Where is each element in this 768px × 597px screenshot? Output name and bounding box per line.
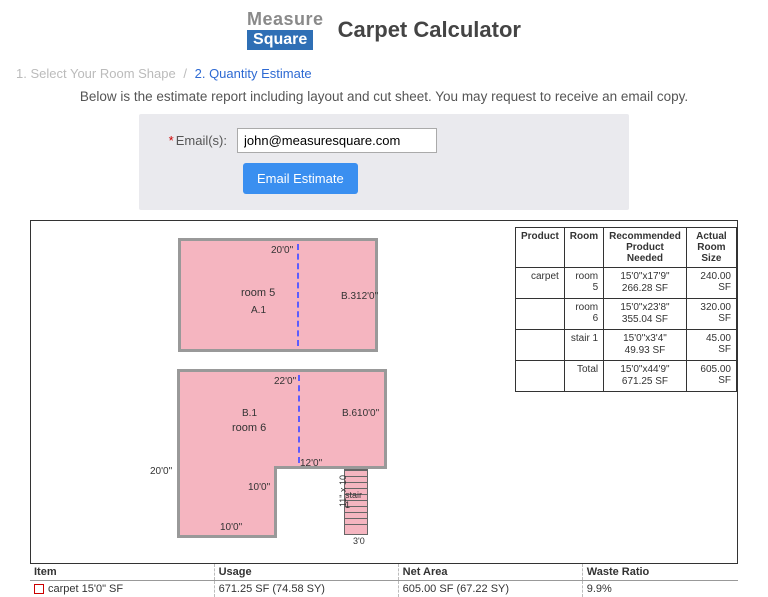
th-item: Item	[30, 564, 214, 581]
cell-room: Total	[564, 361, 603, 392]
th-product: Product	[516, 228, 565, 268]
logo-block: Measure Square Carpet Calculator	[247, 10, 521, 50]
th-net: Net Area	[398, 564, 582, 581]
email-input[interactable]	[237, 128, 437, 153]
room5-seam-dash	[297, 244, 299, 346]
room6-bottom-dim: 10'0"	[220, 522, 242, 533]
summary-waste: 9.9%	[582, 581, 738, 597]
cell-room: stair 1	[564, 330, 603, 361]
room5-top-dim: 20'0"	[271, 245, 293, 256]
table-row: Total15'0"x44'9"671.25 SF605.00 SF	[516, 361, 737, 392]
step-1-link[interactable]: 1. Select Your Room Shape	[16, 66, 176, 81]
breadcrumb: 1. Select Your Room Shape / 2. Quantity …	[16, 66, 752, 81]
stair-bottom-dim: 3'0	[353, 536, 365, 546]
cell-recommended: 15'0"x23'8"355.04 SF	[604, 299, 687, 330]
cell-product	[516, 330, 565, 361]
room-5: 20'0" room 5 A.1 B.312'0"	[178, 238, 378, 352]
summary-table: Item Usage Net Area Waste Ratio carpet 1…	[30, 564, 738, 597]
room5-a1-label: A.1	[251, 305, 266, 316]
th-room: Room	[564, 228, 603, 268]
room-6-bottom: 20'0" 10'0" 10'0"	[177, 466, 277, 538]
room-6-top: 22'0" B.1 room 6 B.610'0" 12'0"	[177, 369, 387, 469]
step-2-link[interactable]: 2. Quantity Estimate	[195, 66, 312, 81]
th-waste: Waste Ratio	[582, 564, 738, 581]
th-usage: Usage	[214, 564, 398, 581]
cell-size: 240.00 SF	[686, 268, 736, 299]
cell-size: 320.00 SF	[686, 299, 736, 330]
room6-top-dim: 22'0"	[274, 376, 296, 387]
header: Measure Square Carpet Calculator	[0, 0, 768, 56]
logo-bottom: Square	[247, 30, 313, 50]
cell-product	[516, 361, 565, 392]
step-separator: /	[183, 66, 187, 81]
cell-room: room 5	[564, 268, 603, 299]
room5-name: room 5	[241, 287, 275, 299]
layout-canvas: 20'0" room 5 A.1 B.312'0" 22'0" B.1 room…	[31, 221, 511, 547]
cell-size: 605.00 SF	[686, 361, 736, 392]
table-row: room 615'0"x23'8"355.04 SF320.00 SF	[516, 299, 737, 330]
cell-size: 45.00 SF	[686, 330, 736, 361]
room6-b1-label: B.1	[242, 408, 257, 419]
logo-top: Measure	[247, 10, 324, 28]
stair-name: stair 1	[345, 490, 367, 510]
cell-product: carpet	[516, 268, 565, 299]
summary-usage: 671.25 SF (74.58 SY)	[214, 581, 398, 597]
room6-b6-dim: B.610'0"	[342, 408, 379, 419]
summary-net: 605.00 SF (67.22 SY)	[398, 581, 582, 597]
legend-swatch-icon	[34, 584, 44, 594]
table-row: carpetroom 515'0"x17'9"266.28 SF240.00 S…	[516, 268, 737, 299]
room6-left-dim: 20'0"	[150, 466, 172, 477]
cell-recommended: 15'0"x17'9"266.28 SF	[604, 268, 687, 299]
summary-item: carpet 15'0" SF	[48, 583, 123, 595]
room5-right-dim: B.312'0"	[341, 291, 378, 302]
room6-inner-dim: 12'0"	[300, 458, 322, 469]
stair-1: stair 1 11" x 10 3'0	[344, 469, 368, 535]
cell-room: room 6	[564, 299, 603, 330]
intro-text: Below is the estimate report including l…	[0, 89, 768, 104]
th-recommended: Recommended Product Needed	[604, 228, 687, 268]
cell-recommended: 15'0"x3'4"49.93 SF	[604, 330, 687, 361]
email-panel: *Email(s): Email Estimate	[139, 114, 629, 210]
product-table: Product Room Recommended Product Needed …	[515, 227, 737, 392]
room6-inner10-dim: 10'0"	[248, 482, 270, 493]
room6-name: room 6	[232, 422, 266, 434]
cell-recommended: 15'0"x44'9"671.25 SF	[604, 361, 687, 392]
logo-mark: Measure Square	[247, 10, 324, 50]
page-title: Carpet Calculator	[338, 17, 521, 43]
estimate-report: 20'0" room 5 A.1 B.312'0" 22'0" B.1 room…	[30, 220, 738, 564]
room6-seam-dash	[298, 375, 300, 463]
th-size: Actual Room Size	[686, 228, 736, 268]
summary-row: carpet 15'0" SF 671.25 SF (74.58 SY) 605…	[30, 581, 738, 597]
stair-dim: 11" x 10	[338, 475, 348, 507]
email-label: *Email(s):	[157, 133, 227, 148]
email-estimate-button[interactable]: Email Estimate	[243, 163, 358, 194]
cell-product	[516, 299, 565, 330]
table-row: stair 115'0"x3'4"49.93 SF45.00 SF	[516, 330, 737, 361]
